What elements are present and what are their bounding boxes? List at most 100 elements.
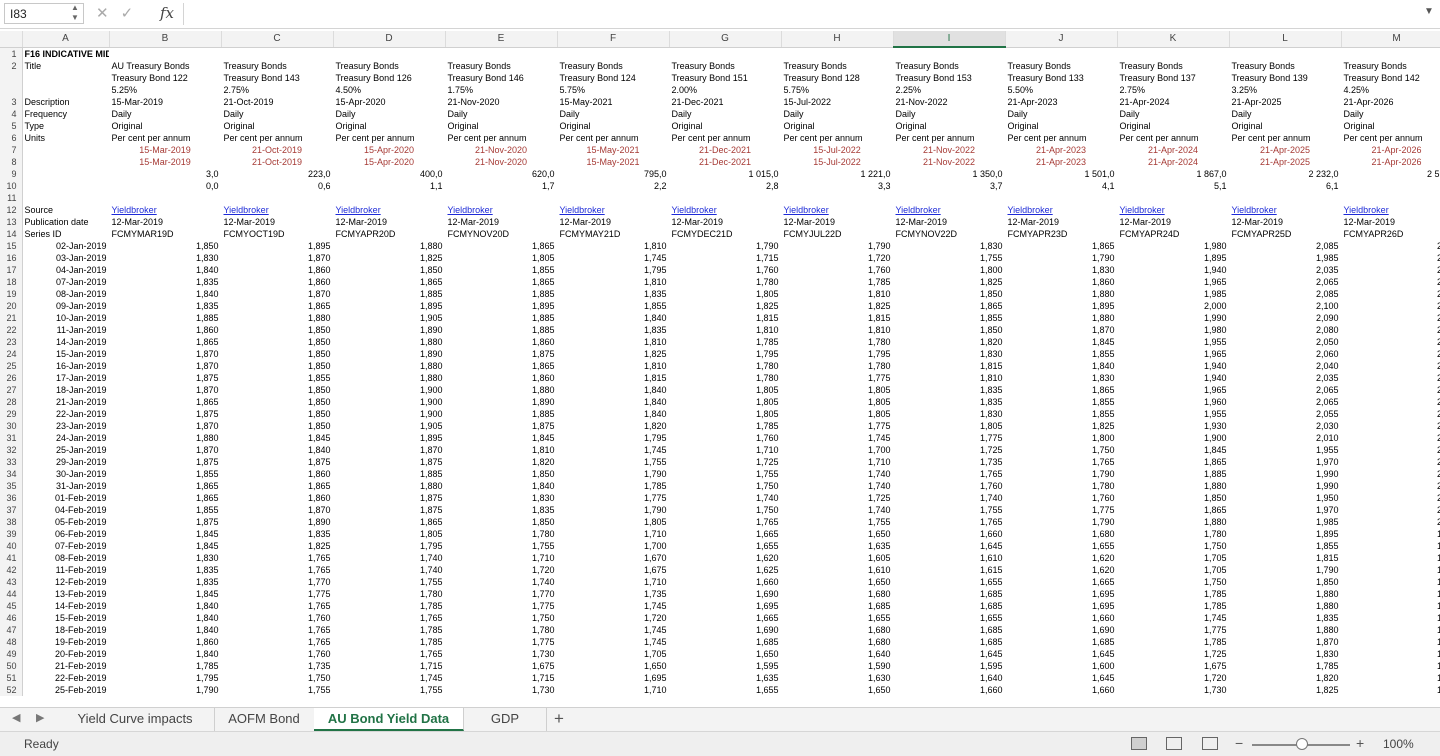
value-cell[interactable]: 1,765 xyxy=(1005,456,1117,468)
value-cell[interactable]: 2,085 xyxy=(1229,288,1341,300)
value-cell[interactable]: 1,990 xyxy=(1229,480,1341,492)
value-cell[interactable]: 1,655 xyxy=(1005,540,1117,552)
cell[interactable]: 21-Apr-2023 xyxy=(1005,156,1117,168)
value-cell[interactable]: 1,795 xyxy=(557,432,669,444)
value-cell[interactable]: 2,065 xyxy=(1229,276,1341,288)
value-cell[interactable]: 1,745 xyxy=(1117,612,1229,624)
cell[interactable] xyxy=(669,47,781,60)
value-cell[interactable]: 2,035 xyxy=(1229,264,1341,276)
value-cell[interactable]: 2,1 xyxy=(1341,288,1440,300)
value-cell[interactable]: 1,780 xyxy=(1117,528,1229,540)
value-cell[interactable]: 1,860 xyxy=(109,636,221,648)
value-cell[interactable]: 1,840 xyxy=(557,312,669,324)
value-cell[interactable]: 1,9 xyxy=(1341,636,1440,648)
cell[interactable] xyxy=(781,47,893,60)
cell[interactable]: Daily xyxy=(893,108,1005,120)
row-header[interactable]: 21 xyxy=(0,311,23,324)
date-cell[interactable]: 03-Jan-2019 xyxy=(22,252,109,264)
value-cell[interactable]: 1,755 xyxy=(333,576,445,588)
date-cell[interactable]: 07-Jan-2019 xyxy=(22,276,109,288)
value-cell[interactable]: 1,755 xyxy=(557,456,669,468)
cell[interactable] xyxy=(1005,47,1117,60)
value-cell[interactable]: 1,785 xyxy=(1117,588,1229,600)
value-cell[interactable]: 1,695 xyxy=(669,600,781,612)
value-cell[interactable]: 1,750 xyxy=(669,480,781,492)
value-cell[interactable]: 1,990 xyxy=(1229,468,1341,480)
cell[interactable] xyxy=(669,192,781,204)
cell[interactable] xyxy=(1005,192,1117,204)
value-cell[interactable]: 1,965 xyxy=(1117,348,1229,360)
value-cell[interactable]: 1,705 xyxy=(557,648,669,660)
value-cell[interactable]: 1,695 xyxy=(557,672,669,684)
value-cell[interactable]: 1,730 xyxy=(445,648,557,660)
value-cell[interactable]: 1,620 xyxy=(1005,552,1117,564)
cell[interactable]: 12-Mar-2019 xyxy=(109,216,221,228)
value-cell[interactable]: 1,970 xyxy=(1229,456,1341,468)
value-cell[interactable]: 1,865 xyxy=(893,300,1005,312)
cell[interactable]: 15-Apr-2020 xyxy=(333,96,445,108)
cell[interactable]: 620,0 xyxy=(445,168,557,180)
value-cell[interactable]: 1,775 xyxy=(557,492,669,504)
date-cell[interactable]: 10-Jan-2019 xyxy=(22,312,109,324)
value-cell[interactable]: 1,760 xyxy=(781,264,893,276)
cell[interactable]: 21-Apr-2025 xyxy=(1229,156,1341,168)
row-header[interactable]: 52 xyxy=(0,683,23,696)
value-cell[interactable]: 1,850 xyxy=(221,408,333,420)
value-cell[interactable]: 1,805 xyxy=(669,384,781,396)
value-cell[interactable]: 1,865 xyxy=(1117,504,1229,516)
sheet-tab-yield-curve-impacts[interactable]: Yield Curve impacts xyxy=(56,708,215,731)
sheet-tab-aofm-bond[interactable]: AOFM Bond xyxy=(214,708,315,731)
value-cell[interactable]: 1,660 xyxy=(893,684,1005,696)
value-cell[interactable]: 1,855 xyxy=(1005,408,1117,420)
cell[interactable]: 21-Apr-2026 xyxy=(1341,144,1440,156)
date-cell[interactable]: 22-Feb-2019 xyxy=(22,672,109,684)
row-header[interactable]: 25 xyxy=(0,359,23,372)
cell[interactable]: 5.50% xyxy=(1005,84,1117,96)
value-cell[interactable]: 1,760 xyxy=(221,648,333,660)
value-cell[interactable]: 2,0 xyxy=(1341,468,1440,480)
value-cell[interactable]: 1,870 xyxy=(109,360,221,372)
cell[interactable]: FCMYAPR25D xyxy=(1229,228,1341,240)
cell[interactable]: FCMYMAR19D xyxy=(109,228,221,240)
value-cell[interactable]: 1,830 xyxy=(1229,648,1341,660)
cell[interactable]: Original xyxy=(669,120,781,132)
cell[interactable]: 3,0 xyxy=(109,168,221,180)
value-cell[interactable]: 1,960 xyxy=(1117,396,1229,408)
cell[interactable]: Yieldbroker xyxy=(221,204,333,216)
value-cell[interactable]: 1,855 xyxy=(109,468,221,480)
cell[interactable]: 2.00% xyxy=(669,84,781,96)
value-cell[interactable]: 1,595 xyxy=(893,660,1005,672)
value-cell[interactable]: 1,635 xyxy=(781,540,893,552)
value-cell[interactable]: 1,710 xyxy=(445,552,557,564)
cell[interactable]: Per cent per annum xyxy=(109,132,221,144)
date-cell[interactable]: 09-Jan-2019 xyxy=(22,300,109,312)
value-cell[interactable]: 1,875 xyxy=(109,516,221,528)
row-header[interactable]: 38 xyxy=(0,515,23,528)
row-header[interactable]: 18 xyxy=(0,275,23,288)
cell[interactable]: 400,0 xyxy=(333,168,445,180)
value-cell[interactable]: 2,080 xyxy=(1229,324,1341,336)
cell[interactable]: 1 867,0 xyxy=(1117,168,1229,180)
value-cell[interactable]: 2,1 xyxy=(1341,336,1440,348)
cell[interactable]: 21-Nov-2022 xyxy=(893,96,1005,108)
value-cell[interactable]: 1,785 xyxy=(669,336,781,348)
cell[interactable] xyxy=(22,168,109,180)
value-cell[interactable]: 1,775 xyxy=(221,588,333,600)
value-cell[interactable]: 1,810 xyxy=(893,372,1005,384)
value-cell[interactable]: 1,680 xyxy=(781,588,893,600)
value-cell[interactable]: 1,895 xyxy=(333,300,445,312)
cell[interactable]: 21-Nov-2020 xyxy=(445,144,557,156)
column-header-j[interactable]: J xyxy=(1005,31,1118,48)
cell[interactable]: 15-Mar-2019 xyxy=(109,96,221,108)
cell[interactable]: 5.75% xyxy=(557,84,669,96)
value-cell[interactable]: 1,765 xyxy=(221,552,333,564)
cell[interactable] xyxy=(1229,47,1341,60)
cell[interactable]: 4.25% xyxy=(1341,84,1440,96)
cell[interactable]: Yieldbroker xyxy=(1117,204,1229,216)
value-cell[interactable]: 1,760 xyxy=(669,432,781,444)
row-header[interactable]: 44 xyxy=(0,587,23,600)
value-cell[interactable]: 1,680 xyxy=(1005,528,1117,540)
value-cell[interactable]: 1,835 xyxy=(221,528,333,540)
cell[interactable]: FCMYAPR24D xyxy=(1117,228,1229,240)
value-cell[interactable]: 1,9 xyxy=(1341,648,1440,660)
